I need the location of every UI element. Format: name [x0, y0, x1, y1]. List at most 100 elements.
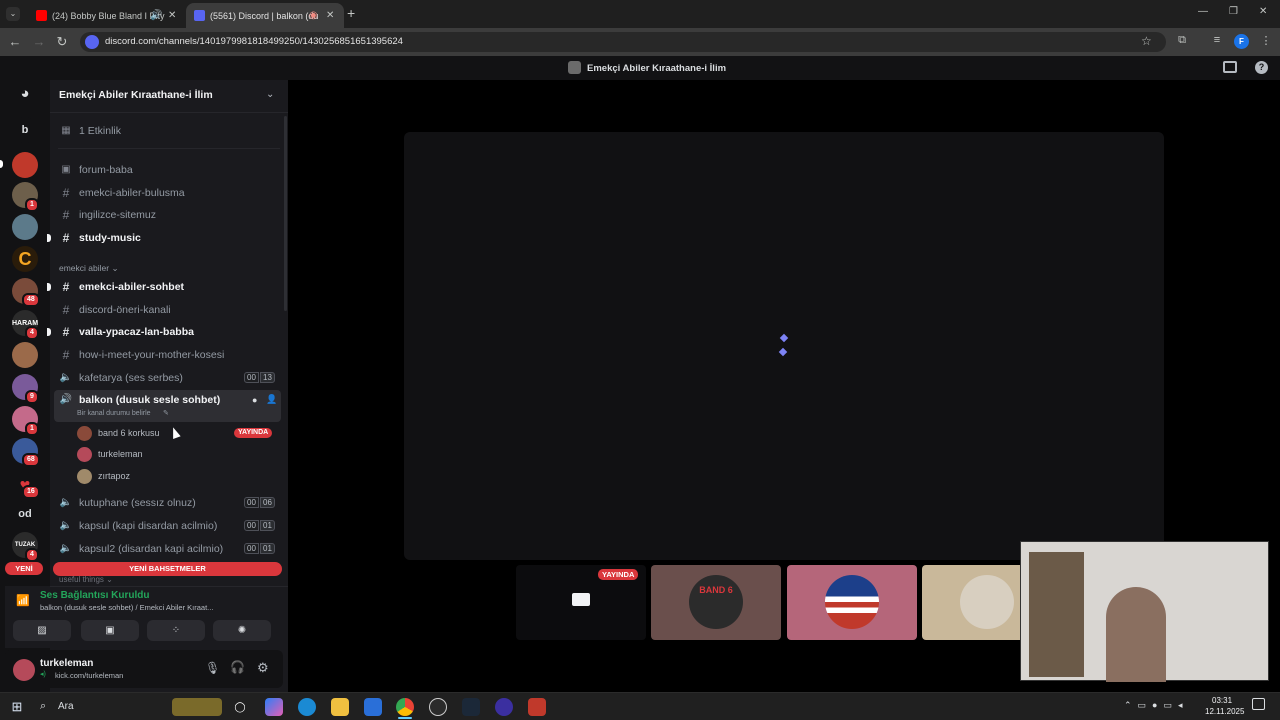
user-avatar[interactable] — [13, 659, 35, 681]
file-explorer-icon[interactable] — [331, 698, 349, 716]
clock-time[interactable]: 03:31 — [1212, 696, 1232, 705]
maximize-button[interactable]: ❐ — [1229, 6, 1238, 17]
voice-user[interactable]: zırtapoz — [77, 466, 130, 486]
recorder-icon[interactable] — [528, 698, 546, 716]
app-icon[interactable] — [495, 698, 513, 716]
search-icon[interactable]: ⌕ — [40, 700, 46, 713]
channel-name: valla-ypacaz-lan-babba — [79, 325, 194, 338]
channel-item[interactable]: # how-i-meet-your-mother-kosesi — [54, 344, 281, 365]
bookmark-star-icon[interactable]: ☆ — [1141, 34, 1152, 48]
extensions-icon[interactable]: ⧉ — [1174, 34, 1190, 47]
avatar: BAND 6 — [689, 575, 743, 629]
media-controls-icon[interactable]: ≡ — [1209, 34, 1225, 46]
tab-discord[interactable]: (5561) Discord | balkon (du ◉ ✕ — [186, 3, 344, 28]
close-button[interactable]: ✕ — [1259, 6, 1267, 17]
participant-tile[interactable] — [787, 565, 917, 640]
invite-user-icon[interactable]: 👤 — [266, 394, 277, 405]
tab-close-icon[interactable]: ✕ — [326, 10, 334, 21]
voice-connected-subtitle[interactable]: balkon (dusuk sesle sohbet) / Emekci Abi… — [40, 603, 220, 612]
site-info-icon[interactable] — [85, 35, 99, 49]
channel-status[interactable]: Bir kanal durumu belirle — [77, 410, 151, 417]
server-icon[interactable] — [12, 214, 38, 240]
live-badge: YAYINDA — [234, 428, 273, 438]
speaker-small-icon: ◂) — [40, 671, 46, 678]
server-name[interactable]: Emekçi Abiler Kıraathane-i İlim — [59, 89, 213, 101]
server-b[interactable]: b — [12, 117, 38, 143]
tab-title: (5561) Discord | balkon (du — [210, 10, 319, 21]
news-widget-icon[interactable] — [172, 698, 222, 716]
channel-name: forum-baba — [79, 163, 133, 176]
tab-close-icon[interactable]: ✕ — [168, 10, 176, 21]
copilot-icon[interactable] — [265, 698, 283, 716]
voice-connected-title[interactable]: Ses Bağlantısı Kuruldu — [40, 590, 149, 601]
notifications-icon[interactable] — [1252, 698, 1265, 710]
chat-bubble-icon[interactable]: ● — [252, 395, 257, 405]
mention-badge: 4 — [25, 326, 39, 340]
reload-icon[interactable]: ↻ — [54, 34, 70, 50]
stream-tile[interactable]: YAYINDA — [516, 565, 646, 640]
back-arrow-icon[interactable]: ← — [7, 34, 23, 49]
hash-icon: # — [62, 185, 70, 200]
address-bar[interactable]: discord.com/channels/1401979981818499250… — [80, 32, 1166, 52]
chrome-icon[interactable] — [396, 698, 414, 716]
server-icon[interactable] — [12, 152, 38, 178]
new-mentions-button[interactable]: YENİ BAHSETMELER — [53, 562, 282, 576]
store-icon[interactable] — [364, 698, 382, 716]
channel-study-music[interactable]: # study-music — [54, 227, 281, 248]
search-box[interactable]: Ara — [58, 701, 74, 712]
voice-channel-balkon[interactable]: 🔊 balkon (dusuk sesle sohbet) — [54, 390, 281, 422]
voice-user-name: turkeleman — [98, 449, 143, 459]
edit-pencil-icon[interactable]: ✎ — [163, 409, 169, 417]
forward-arrow-icon[interactable]: → — [31, 34, 47, 49]
edge-icon[interactable] — [298, 698, 316, 716]
channel-item[interactable]: # valla-ypacaz-lan-babba — [54, 321, 281, 342]
help-icon[interactable]: ? — [1255, 61, 1268, 74]
new-unreads-pill[interactable]: YENİ — [5, 562, 43, 575]
chevron-down-icon[interactable]: ⌄ — [266, 89, 274, 100]
user-name[interactable]: turkeleman — [40, 658, 93, 669]
user-limit: 01 — [260, 543, 275, 554]
app-icon[interactable] — [429, 698, 447, 716]
stream-stage[interactable] — [404, 132, 1164, 560]
windows-start-icon[interactable]: ⊞ — [8, 698, 26, 716]
channel-item[interactable]: # emekci-abiler-sohbet — [54, 276, 281, 297]
new-tab-button[interactable]: + — [347, 5, 355, 21]
soundboard-button[interactable]: ✺ — [213, 620, 271, 641]
tab-search-icon[interactable]: ⌄ — [6, 7, 20, 21]
header-divider — [50, 112, 288, 113]
channel-forum-baba[interactable]: ▣ forum-baba — [54, 159, 281, 180]
microphone-icon[interactable]: 🎙 — [205, 661, 220, 675]
hash-icon: # — [62, 230, 70, 245]
channel-name: emekci-abiler-sohbet — [79, 280, 185, 293]
hash-icon: # — [62, 347, 70, 362]
screen-share-button[interactable]: ▣ — [81, 620, 139, 641]
scrollbar[interactable] — [284, 116, 287, 311]
server-od[interactable]: od — [12, 501, 38, 527]
camera-off-button[interactable]: ▨ — [13, 620, 71, 641]
minimize-button[interactable]: — — [1198, 6, 1208, 17]
events-item[interactable]: ▦ 1 Etkinlik — [54, 120, 281, 141]
steam-icon[interactable] — [462, 698, 480, 716]
channel-item[interactable]: # emekci-abiler-bulusma — [54, 182, 281, 203]
category-header[interactable]: emekci abiler ⌄ — [59, 263, 119, 274]
voice-user[interactable]: band 6 korkusu — [77, 423, 160, 443]
activities-button[interactable]: ⁘ — [147, 620, 205, 641]
headphones-icon[interactable]: 🎧 — [230, 660, 245, 674]
participant-tile[interactable]: BAND 6 — [651, 565, 781, 640]
tab-youtube[interactable]: (24) Bobby Blue Bland I Pity 🔊 ✕ — [28, 3, 184, 28]
task-view-icon[interactable]: ◯ — [231, 698, 249, 716]
server-icon[interactable] — [12, 342, 38, 368]
audio-playing-icon[interactable]: 🔊 — [150, 10, 162, 21]
category-header[interactable]: useful things ⌄ — [59, 575, 113, 584]
channel-item[interactable]: # discord-öneri-kanali — [54, 299, 281, 320]
server-icon[interactable]: C — [12, 246, 38, 272]
clock-date[interactable]: 12.11.2025 — [1205, 707, 1244, 716]
discord-home-icon[interactable]: ◕ — [12, 80, 38, 106]
voice-user[interactable]: turkeleman — [77, 444, 143, 464]
profile-avatar[interactable]: F — [1234, 34, 1249, 49]
menu-kebab-icon[interactable]: ⋮ — [1258, 34, 1274, 47]
inbox-icon[interactable] — [1223, 61, 1237, 73]
settings-gear-icon[interactable]: ⚙ — [257, 660, 269, 676]
channel-item[interactable]: # ingilizce-sitemuz — [54, 204, 281, 225]
tray-icons[interactable]: ⌃▭●▭◂ — [1124, 700, 1189, 711]
